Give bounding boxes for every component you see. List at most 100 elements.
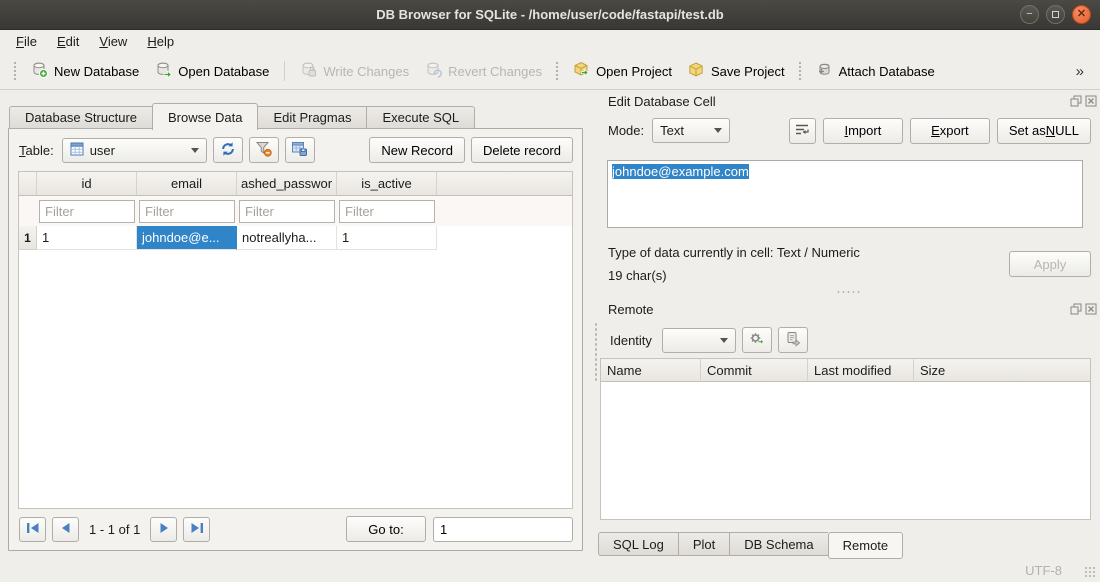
toolbar-overflow-button[interactable]: » (1076, 63, 1084, 80)
open-project-button[interactable]: Open Project (565, 56, 680, 86)
tab-sql-log[interactable]: SQL Log (598, 532, 678, 556)
encoding-indicator[interactable]: UTF-8 (1025, 563, 1062, 578)
delete-record-button[interactable]: Delete record (471, 137, 573, 163)
tab-label: Browse Data (168, 110, 242, 125)
remote-file-list: Name Commit Last modified Size (600, 358, 1091, 520)
toolbar-drag-handle[interactable] (555, 61, 560, 81)
minimize-button[interactable]: − (1020, 5, 1039, 24)
cell-is-active[interactable]: 1 (337, 226, 437, 250)
float-panel-icon[interactable] (1070, 303, 1082, 315)
menu-edit[interactable]: Edit (47, 32, 89, 52)
first-page-button[interactable] (19, 517, 46, 542)
write-changes-button: Write Changes (292, 56, 417, 86)
panel-splitter-handle[interactable] (836, 290, 862, 294)
set-as-null-button[interactable]: Set as NULL (997, 118, 1091, 144)
grid-header-filler (437, 172, 572, 196)
last-page-button[interactable] (183, 517, 210, 542)
import-button[interactable]: Import (823, 118, 903, 144)
tab-execute-sql[interactable]: Execute SQL (366, 106, 475, 129)
bottom-tabbar: SQL Log Plot DB Schema Remote (598, 532, 903, 559)
goto-button[interactable]: Go to: (346, 516, 426, 542)
write-changes-label: Write Changes (323, 64, 409, 79)
tab-edit-pragmas[interactable]: Edit Pragmas (258, 106, 366, 129)
toolbar-separator (284, 61, 285, 81)
remote-column-commit[interactable]: Commit (701, 359, 808, 382)
toolbar-drag-handle[interactable] (13, 61, 18, 81)
window-controls: − ✕ (1020, 5, 1091, 24)
word-wrap-button[interactable] (789, 118, 816, 144)
apply-button: Apply (1009, 251, 1091, 277)
identity-label: Identity (610, 333, 652, 348)
table-select[interactable]: user (62, 138, 207, 163)
statusbar: UTF-8 (0, 560, 1100, 582)
filter-input-hashed-password[interactable] (239, 200, 335, 223)
edit-cell-titlebar: Edit Database Cell (608, 93, 1097, 109)
cell-value-editor[interactable]: johndoe@example.com (607, 160, 1083, 228)
mode-label: Mode: (608, 123, 644, 138)
maximize-icon (1052, 11, 1059, 18)
identity-settings-button[interactable] (742, 327, 772, 353)
menu-view[interactable]: View (89, 32, 137, 52)
tab-remote[interactable]: Remote (828, 532, 904, 559)
remote-column-size[interactable]: Size (914, 359, 1090, 382)
table-select-value: user (90, 143, 115, 158)
refresh-button[interactable] (213, 137, 243, 163)
filter-input-id[interactable] (39, 200, 135, 223)
new-record-button[interactable]: New Record (369, 137, 465, 163)
close-button[interactable]: ✕ (1072, 5, 1091, 24)
resize-grip[interactable] (1084, 566, 1097, 579)
open-database-icon (155, 61, 172, 81)
float-panel-icon[interactable] (1070, 95, 1082, 107)
table-icon (70, 142, 84, 159)
toolbar-drag-handle[interactable] (798, 61, 803, 81)
refresh-icon (219, 140, 237, 161)
new-database-button[interactable]: New Database (23, 56, 147, 86)
browse-controls: Table: user (19, 137, 573, 163)
chevron-down-icon (191, 148, 199, 153)
goto-page-input[interactable] (433, 517, 573, 542)
column-header-is-active[interactable]: is_active (337, 172, 437, 196)
close-panel-icon[interactable] (1085, 95, 1097, 107)
open-database-button[interactable]: Open Database (147, 56, 277, 86)
close-panel-icon[interactable] (1085, 303, 1097, 315)
app-window: DB Browser for SQLite - /home/user/code/… (0, 0, 1100, 582)
save-project-label: Save Project (711, 64, 785, 79)
revert-changes-label: Revert Changes (448, 64, 542, 79)
remote-column-last-modified[interactable]: Last modified (808, 359, 914, 382)
column-header-email[interactable]: email (137, 172, 237, 196)
table-label: Table: (19, 143, 54, 158)
cell-email-selected[interactable]: johndoe@e... (137, 226, 237, 250)
next-page-button[interactable] (150, 517, 177, 542)
identity-select[interactable] (662, 328, 736, 353)
cell-char-count: 19 char(s) (608, 268, 667, 283)
row-number[interactable]: 1 (19, 226, 37, 250)
minimize-icon: − (1026, 9, 1032, 20)
menu-help[interactable]: Help (137, 32, 184, 52)
menu-file[interactable]: File (6, 32, 47, 52)
filter-input-is-active[interactable] (339, 200, 435, 223)
cell-hashed-password[interactable]: notreallyha... (237, 226, 337, 250)
tab-plot[interactable]: Plot (678, 532, 729, 556)
next-page-icon (158, 522, 170, 537)
save-project-button[interactable]: Save Project (680, 56, 793, 86)
column-header-hashed-password[interactable]: ashed_passwor (237, 172, 337, 196)
gear-icon (748, 330, 765, 350)
tab-db-schema[interactable]: DB Schema (729, 532, 827, 556)
grid-filter-row (19, 196, 572, 226)
cell-id[interactable]: 1 (37, 226, 137, 250)
tab-browse-data[interactable]: Browse Data (152, 103, 258, 130)
dock-splitter-handle[interactable] (594, 322, 598, 382)
close-icon: ✕ (1077, 9, 1086, 20)
remote-column-name[interactable]: Name (601, 359, 701, 382)
mode-select[interactable]: Text (652, 118, 730, 143)
filter-input-email[interactable] (139, 200, 235, 223)
attach-database-button[interactable]: Attach Database (808, 56, 943, 86)
tab-database-structure[interactable]: Database Structure (9, 106, 152, 129)
clone-database-button[interactable] (778, 327, 808, 353)
save-results-button[interactable] (285, 137, 315, 163)
clear-filters-button[interactable] (249, 137, 279, 163)
previous-page-button[interactable] (52, 517, 79, 542)
export-button[interactable]: Export (910, 118, 990, 144)
maximize-button[interactable] (1046, 5, 1065, 24)
column-header-id[interactable]: id (37, 172, 137, 196)
